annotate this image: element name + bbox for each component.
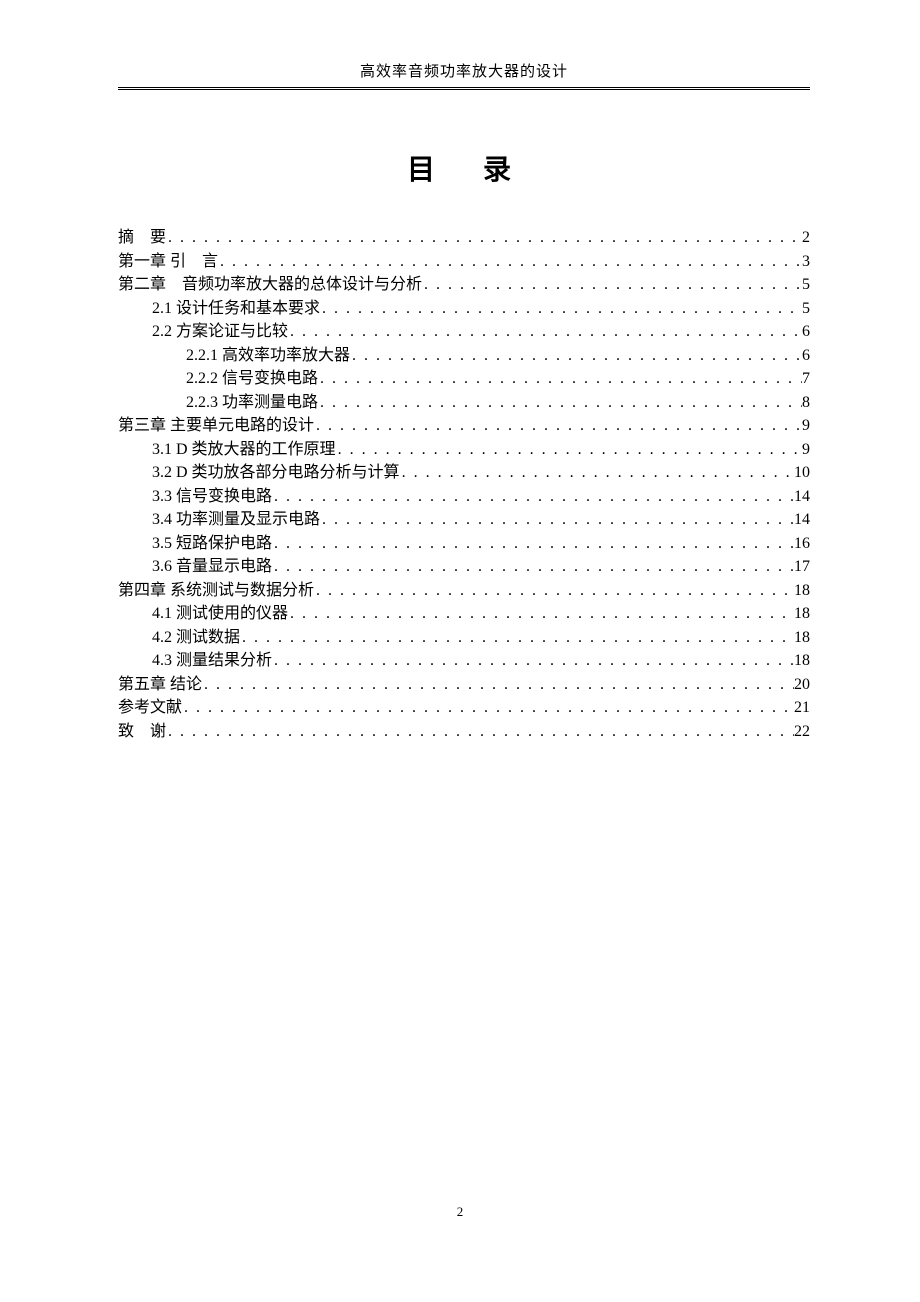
toc-leader-dots — [272, 532, 794, 556]
toc-entry: 2.1 设计任务和基本要求 5 — [118, 297, 810, 321]
toc-entry: 3.6 音量显示电路 17 — [118, 555, 810, 579]
toc-entry-page: 10 — [794, 461, 810, 485]
toc-entry-label: 第一章 引 言 — [118, 250, 218, 274]
toc-entry-page: 8 — [802, 391, 810, 415]
toc-entry-page: 18 — [794, 602, 810, 626]
toc-leader-dots — [240, 626, 794, 650]
toc-entry: 2.2.3 功率测量电路 8 — [118, 391, 810, 415]
toc-leader-dots — [350, 344, 802, 368]
toc-entry: 3.4 功率测量及显示电路 14 — [118, 508, 810, 532]
toc-entry-label: 3.4 功率测量及显示电路 — [152, 508, 320, 532]
toc-entry: 4.2 测试数据 18 — [118, 626, 810, 650]
toc-entry-label: 2.1 设计任务和基本要求 — [152, 297, 320, 321]
toc-leader-dots — [320, 297, 802, 321]
toc-entry: 2.2.2 信号变换电路 7 — [118, 367, 810, 391]
toc-leader-dots — [318, 367, 802, 391]
toc-leader-dots — [166, 226, 802, 250]
toc-entry-label: 2.2.3 功率测量电路 — [186, 391, 318, 415]
toc-entry-page: 9 — [802, 414, 810, 438]
table-of-contents: 摘 要 2第一章 引 言 3第二章 音频功率放大器的总体设计与分析 52.1 设… — [118, 226, 810, 743]
toc-entry-page: 16 — [794, 532, 810, 556]
toc-entry-label: 3.6 音量显示电路 — [152, 555, 272, 579]
toc-entry-page: 17 — [794, 555, 810, 579]
toc-entry-label: 4.1 测试使用的仪器 — [152, 602, 288, 626]
toc-entry: 3.5 短路保护电路 16 — [118, 532, 810, 556]
toc-entry: 2.2.1 高效率功率放大器 6 — [118, 344, 810, 368]
toc-leader-dots — [166, 720, 794, 744]
toc-leader-dots — [336, 438, 802, 462]
toc-entry-page: 9 — [802, 438, 810, 462]
toc-entry-label: 2.2.1 高效率功率放大器 — [186, 344, 350, 368]
toc-entry-page: 21 — [794, 696, 810, 720]
toc-entry: 摘 要 2 — [118, 226, 810, 250]
toc-entry-page: 3 — [802, 250, 810, 274]
toc-entry-page: 6 — [802, 344, 810, 368]
toc-entry-page: 18 — [794, 579, 810, 603]
toc-leader-dots — [320, 508, 794, 532]
toc-entry: 3.1 D 类放大器的工作原理 9 — [118, 438, 810, 462]
toc-leader-dots — [400, 461, 794, 485]
toc-entry-label: 第四章 系统测试与数据分析 — [118, 579, 314, 603]
toc-entry-label: 2.2.2 信号变换电路 — [186, 367, 318, 391]
page-title: 目 录 — [118, 148, 810, 188]
toc-entry: 第五章 结论 20 — [118, 673, 810, 697]
toc-leader-dots — [314, 414, 802, 438]
toc-entry-label: 2.2 方案论证与比较 — [152, 320, 288, 344]
toc-entry-page: 2 — [802, 226, 810, 250]
toc-entry: 第四章 系统测试与数据分析 18 — [118, 579, 810, 603]
toc-leader-dots — [314, 579, 794, 603]
toc-entry-page: 5 — [802, 297, 810, 321]
toc-entry-page: 20 — [794, 673, 810, 697]
toc-leader-dots — [272, 649, 794, 673]
toc-entry-page: 14 — [794, 485, 810, 509]
toc-entry-label: 4.3 测量结果分析 — [152, 649, 272, 673]
toc-entry: 4.1 测试使用的仪器 18 — [118, 602, 810, 626]
toc-entry-page: 6 — [802, 320, 810, 344]
toc-entry-label: 3.3 信号变换电路 — [152, 485, 272, 509]
toc-entry: 致 谢 22 — [118, 720, 810, 744]
page-number: 2 — [0, 1204, 920, 1220]
toc-entry: 第一章 引 言 3 — [118, 250, 810, 274]
toc-leader-dots — [288, 602, 794, 626]
toc-entry: 4.3 测量结果分析 18 — [118, 649, 810, 673]
toc-leader-dots — [182, 696, 794, 720]
toc-entry-page: 14 — [794, 508, 810, 532]
toc-leader-dots — [288, 320, 802, 344]
toc-entry-page: 7 — [802, 367, 810, 391]
toc-entry-label: 3.1 D 类放大器的工作原理 — [152, 438, 336, 462]
toc-entry-page: 5 — [802, 273, 810, 297]
toc-leader-dots — [318, 391, 802, 415]
toc-leader-dots — [272, 555, 794, 579]
running-header: 高效率音频功率放大器的设计 — [118, 60, 810, 87]
toc-entry-label: 3.2 D 类功放各部分电路分析与计算 — [152, 461, 400, 485]
toc-entry-label: 摘 要 — [118, 226, 166, 250]
toc-entry-label: 第二章 音频功率放大器的总体设计与分析 — [118, 273, 422, 297]
toc-entry: 第二章 音频功率放大器的总体设计与分析 5 — [118, 273, 810, 297]
toc-entry-label: 第五章 结论 — [118, 673, 202, 697]
toc-entry-label: 致 谢 — [118, 720, 166, 744]
toc-leader-dots — [422, 273, 802, 297]
toc-entry-label: 4.2 测试数据 — [152, 626, 240, 650]
toc-entry-label: 第三章 主要单元电路的设计 — [118, 414, 314, 438]
toc-entry: 参考文献 21 — [118, 696, 810, 720]
toc-entry-page: 18 — [794, 649, 810, 673]
toc-entry: 2.2 方案论证与比较 6 — [118, 320, 810, 344]
toc-entry-label: 3.5 短路保护电路 — [152, 532, 272, 556]
document-page: 高效率音频功率放大器的设计 目 录 摘 要 2第一章 引 言 3第二章 音频功率… — [0, 0, 920, 743]
toc-entry-page: 22 — [794, 720, 810, 744]
toc-leader-dots — [218, 250, 802, 274]
header-rule — [118, 87, 810, 90]
toc-entry-label: 参考文献 — [118, 696, 182, 720]
toc-leader-dots — [272, 485, 794, 509]
toc-entry: 3.2 D 类功放各部分电路分析与计算 10 — [118, 461, 810, 485]
toc-entry-page: 18 — [794, 626, 810, 650]
toc-entry: 3.3 信号变换电路 14 — [118, 485, 810, 509]
toc-entry: 第三章 主要单元电路的设计 9 — [118, 414, 810, 438]
toc-leader-dots — [202, 673, 794, 697]
